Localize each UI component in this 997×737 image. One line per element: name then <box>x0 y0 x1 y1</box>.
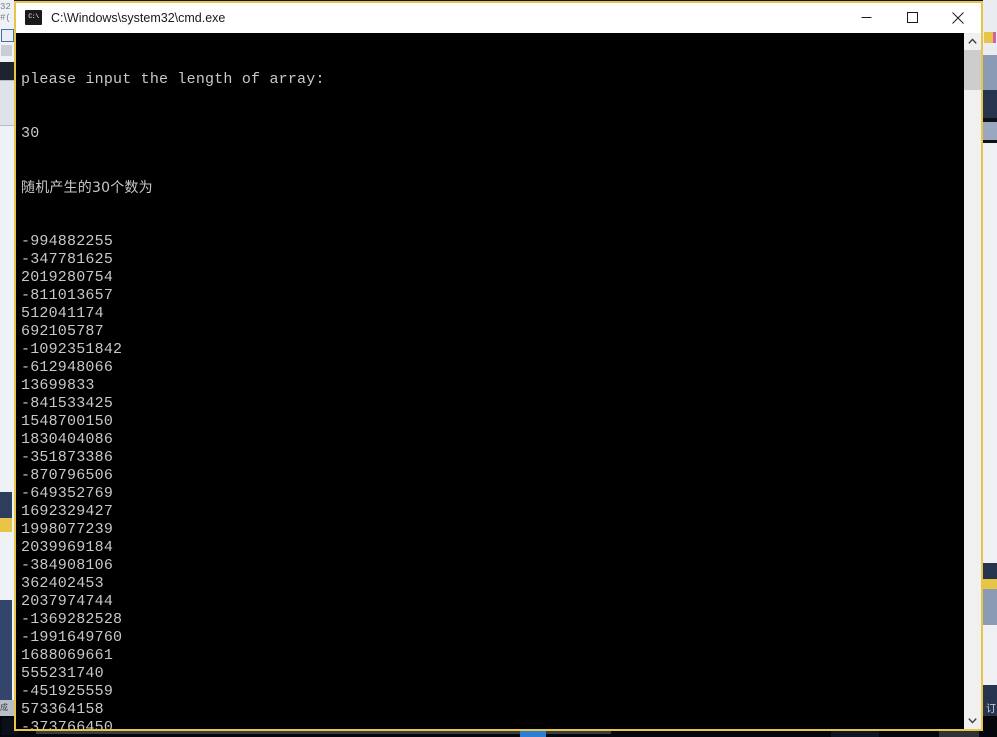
window-controls <box>843 3 981 32</box>
background-left-dark-band <box>0 62 14 80</box>
console-number-line: -811013657 <box>21 287 114 304</box>
background-panel-icon <box>1 45 12 56</box>
background-right-dark-2 <box>983 563 997 579</box>
background-left-code-line-2: #( <box>0 13 11 23</box>
background-left-panel <box>0 80 14 126</box>
background-left-blue-band-2 <box>0 600 12 700</box>
console-number-line: -351873386 <box>21 449 114 466</box>
close-button[interactable] <box>935 3 981 32</box>
console-number-line: 1830404086 <box>21 431 114 448</box>
console-number-line: 1688069661 <box>21 647 114 664</box>
cmd-icon-glyph: C:\ <box>28 13 39 21</box>
console-number-line: 512041174 <box>21 305 104 322</box>
console-body[interactable]: please input the length of array: 30 随机产… <box>16 33 981 729</box>
console-number-line: -649352769 <box>21 485 114 502</box>
minimize-button[interactable] <box>843 3 889 32</box>
console-number-line: 2037974744 <box>21 593 114 610</box>
console-number-line: -384908106 <box>21 557 114 574</box>
console-number-line: 2019280754 <box>21 269 114 286</box>
console-number-list: -994882255 -347781625 2019280754 -811013657… <box>21 233 964 729</box>
background-left-code-line-1: 32 <box>0 2 11 12</box>
console-number-line: -612948066 <box>21 359 114 376</box>
console-number-line: 1692329427 <box>21 503 114 520</box>
console-number-line: 2039969184 <box>21 539 114 556</box>
chevron-down-icon <box>968 718 977 724</box>
background-right-white-panel <box>983 143 997 563</box>
console-number-line: -1092351842 <box>21 341 123 358</box>
console-number-line: 1998077239 <box>21 521 114 538</box>
background-left-yellow-marker <box>0 518 12 532</box>
console-number-line: 1548700150 <box>21 413 114 430</box>
scroll-down-button[interactable] <box>964 712 981 729</box>
console-number-line: -373766450 <box>21 719 114 729</box>
console-number-line: 692105787 <box>21 323 104 340</box>
window-titlebar[interactable]: C:\ C:\Windows\system32\cmd.exe <box>16 3 981 33</box>
background-right-gold-band <box>983 579 997 589</box>
console-number-line: -347781625 <box>21 251 114 268</box>
background-right-strip: 订 <box>983 0 997 716</box>
console-number-line: 13699833 <box>21 377 95 394</box>
console-number-line: -841533425 <box>21 395 114 412</box>
close-icon <box>952 11 964 24</box>
scrollbar-track[interactable] <box>964 50 981 712</box>
background-editor-left-strip: 32 #( 成 <box>0 0 14 716</box>
console-line-input: 30 <box>21 125 40 142</box>
scrollbar-thumb[interactable] <box>964 50 981 90</box>
console-number-line: -994882255 <box>21 233 114 250</box>
background-checkbox-icon <box>1 29 14 42</box>
console-number-line: 555231740 <box>21 665 104 682</box>
background-left-blue-band-1 <box>0 492 12 518</box>
console-scrollbar[interactable] <box>964 33 981 729</box>
chevron-up-icon <box>968 38 977 44</box>
console-line-prompt: please input the length of array: <box>21 71 325 88</box>
console-number-line: 362402453 <box>21 575 104 592</box>
scroll-up-button[interactable] <box>964 33 981 50</box>
maximize-button[interactable] <box>889 3 935 32</box>
background-right-slate-3 <box>983 589 997 625</box>
background-right-marker-icon <box>984 32 996 43</box>
console-number-line: -451925559 <box>21 683 114 700</box>
console-number-line: -1369282528 <box>21 611 123 628</box>
background-right-glyph: 订 <box>986 704 996 715</box>
background-right-dark-1 <box>983 90 997 118</box>
window-title: C:\Windows\system32\cmd.exe <box>51 10 226 25</box>
console-number-line: -870796506 <box>21 467 114 484</box>
background-right-slate-2 <box>983 122 997 140</box>
console-number-line: -1991649760 <box>21 629 123 646</box>
console-number-line: 573364158 <box>21 701 104 718</box>
background-right-slate-1 <box>983 55 997 90</box>
minimize-icon <box>861 17 871 18</box>
console-output[interactable]: please input the length of array: 30 随机产… <box>16 33 964 729</box>
cmd-console-window: C:\ C:\Windows\system32\cmd.exe please i… <box>14 1 983 731</box>
background-right-white-panel-2 <box>983 625 997 685</box>
cmd-exe-icon: C:\ <box>25 10 42 25</box>
background-left-bottom-label: 成 <box>0 700 14 716</box>
console-line-generated-header: 随机产生的30个数为 <box>21 180 153 196</box>
maximize-icon <box>906 12 918 23</box>
